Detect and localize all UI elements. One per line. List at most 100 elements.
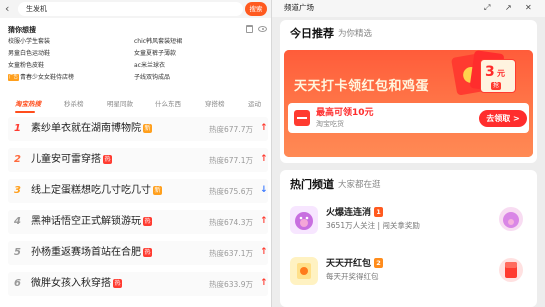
coupon-icon: 3 元 抢	[480, 59, 516, 93]
tab-celebrity[interactable]: 明星同款	[107, 99, 133, 109]
promo-title: 天天打卡领红包和鸡蛋	[294, 79, 430, 94]
channel-item[interactable]: 天天开红包 2 每天开奖得红包	[280, 251, 537, 295]
rank-badge: 新	[143, 124, 152, 133]
rank-badge: 热	[143, 217, 152, 226]
guess-item[interactable]: 女童夏裤子薄款	[134, 50, 176, 58]
channel-name: 火爆连连消 1	[326, 207, 384, 219]
search-query: 生发机	[26, 5, 47, 13]
rank-number: 3	[14, 185, 21, 196]
guess-item-ad[interactable]: 广告 青春少女女鞋侍店榜	[8, 74, 74, 82]
trend-up-icon: ↑	[260, 216, 268, 226]
rank-title-text: 线上定蛋糕想吃几寸吃几寸	[31, 185, 151, 196]
close-icon[interactable]: ✕	[525, 3, 532, 13]
rank-row[interactable]: 6 微胖女孩入秋穿搭热 热度633.9万 ↑	[8, 272, 268, 296]
claim-button[interactable]: 去领取 >	[479, 110, 527, 127]
trend-up-icon: ↑	[260, 278, 268, 288]
rank-title-text: 素纱单衣就在湖南博物院	[31, 123, 141, 134]
trend-down-icon: ↓	[260, 185, 268, 195]
coupon-tag: 抢	[491, 82, 502, 90]
guess-title: 猜你想搜	[8, 26, 36, 34]
rank-heat: 热度674.3万	[209, 218, 253, 227]
hot-title: 热门频道	[290, 178, 334, 191]
rank-row[interactable]: 5 孙杨重返赛场首站在合肥热 热度637.1万 ↑	[8, 241, 268, 265]
rank-heat: 热度633.9万	[209, 280, 253, 289]
red-packet-icon	[505, 262, 517, 278]
rank-row[interactable]: 2 儿童安可雷穿搭热 热度677.1万 ↑	[8, 148, 268, 172]
rank-heat: 热度677.1万	[209, 156, 253, 165]
rank-number: 1	[14, 123, 21, 134]
trend-up-icon: ↑	[260, 123, 268, 133]
hot-subtitle: 大家都在逛	[338, 180, 381, 190]
channel-name: 天天开红包 2	[326, 258, 384, 270]
coupon-value: 3	[485, 64, 495, 80]
screen: ‹ 生发机 搜索 猜你想搜 校服小学生套装 chic韩风套装短裙 男童白色运动鞋…	[0, 0, 545, 307]
rank-row[interactable]: 3 线上定蛋糕想吃几寸吃几寸新 热度675.6万 ↓	[8, 179, 268, 203]
channel-avatar-icon	[290, 257, 318, 285]
guess-item[interactable]: 子线双钩成品	[134, 74, 170, 82]
tab-outfit[interactable]: 穿搭榜	[205, 99, 225, 109]
channel-item[interactable]: 火爆连连消 1 3651万人关注 | 闯关拿奖励	[280, 200, 537, 244]
trash-icon[interactable]	[246, 25, 253, 33]
eye-icon[interactable]	[258, 26, 267, 32]
rank-number: 6	[14, 278, 21, 289]
search-button[interactable]: 搜索	[245, 2, 267, 16]
guess-item[interactable]: 女童粉色皮鞋	[8, 62, 44, 70]
rank-title-text: 孙杨重返赛场首站在合肥	[31, 247, 141, 258]
search-bar: ‹ 生发机 搜索	[0, 0, 271, 18]
guess-item[interactable]: ac米兰球衣	[134, 62, 165, 70]
rank-title-text: 儿童安可雷穿搭	[31, 154, 101, 165]
guess-actions	[246, 24, 268, 34]
ranking-tabs: 淘宝热搜 秒杀榜 明星同款 什么东西 穿搭榜 运动	[0, 96, 271, 112]
pig-icon	[295, 212, 313, 230]
rank-title: 线上定蛋糕想吃几寸吃几寸新	[31, 185, 162, 197]
channel-preview-icon	[499, 258, 523, 282]
channel-desc: 每天开奖得红包	[326, 272, 379, 281]
promo-banner[interactable]: 天天打卡领红包和鸡蛋 3 元 抢 最高可领10元 淘宝吃货 去领取 >	[284, 50, 533, 157]
coupon-unit: 元	[497, 69, 505, 78]
channel-desc: 3651万人关注 | 闯关拿奖励	[326, 221, 420, 230]
rank-heat: 热度637.1万	[209, 249, 253, 258]
back-icon[interactable]: ‹	[5, 3, 15, 15]
rank-row[interactable]: 4 黑神话悟空正式解锁游玩热 热度674.3万 ↑	[8, 210, 268, 234]
guess-item-label: 青春少女女鞋侍店榜	[20, 74, 75, 81]
tab-what-is[interactable]: 什么东西	[155, 99, 181, 109]
rank-badge: 热	[113, 279, 122, 288]
rank-title: 黑神话悟空正式解锁游玩热	[31, 216, 152, 228]
rank-number: 4	[14, 216, 21, 227]
search-pane: ‹ 生发机 搜索 猜你想搜 校服小学生套装 chic韩风套装短裙 男童白色运动鞋…	[0, 0, 271, 307]
tab-seckill[interactable]: 秒杀榜	[64, 99, 84, 109]
channel-name-label: 天天开红包	[326, 259, 372, 269]
rank-heat: 热度677.7万	[209, 125, 253, 134]
trend-up-icon: ↑	[260, 154, 268, 164]
source-label: 淘宝吃货	[316, 120, 344, 128]
page-title: 频道广场	[284, 3, 314, 12]
rank-number: 5	[14, 247, 21, 258]
today-subtitle: 为你精选	[338, 29, 373, 39]
taobao-food-icon	[294, 110, 310, 126]
today-card: 今日推荐 为你精选 天天打卡领红包和鸡蛋 3 元 抢 最高可领10元 淘宝吃货 …	[280, 20, 537, 163]
channel-header: 频道广场 ⤢ ↗ ✕	[272, 0, 545, 17]
guess-item[interactable]: 男童白色运动鞋	[8, 50, 50, 58]
tab-sports[interactable]: 运动	[248, 99, 261, 109]
channel-rank-badge: 1	[374, 207, 384, 217]
promo-detail: 最高可领10元 淘宝吃货 去领取 >	[288, 103, 529, 133]
tab-taobao-hot[interactable]: 淘宝热搜	[15, 99, 41, 109]
rank-title: 微胖女孩入秋穿搭热	[31, 278, 122, 290]
hot-channels-card: 热门频道 大家都在逛 火爆连连消 1 3651万人关注 | 闯关拿奖励 天天开红包…	[280, 170, 537, 307]
rank-title-text: 微胖女孩入秋穿搭	[31, 278, 111, 289]
guess-item[interactable]: chic韩风套装短裙	[134, 38, 182, 46]
max-reward-label: 最高可领10元	[316, 108, 374, 118]
share-icon[interactable]: ↗	[505, 3, 512, 13]
expand-icon[interactable]: ⤢	[484, 3, 490, 13]
rank-badge: 热	[143, 248, 152, 257]
rank-row[interactable]: 1 素纱单衣就在湖南博物院新 热度677.7万 ↑	[8, 117, 268, 141]
channel-pane: 频道广场 ⤢ ↗ ✕ 今日推荐 为你精选 天天打卡领红包和鸡蛋 3 元 抢 最高…	[272, 0, 545, 307]
channel-name-label: 火爆连连消	[326, 208, 372, 218]
rank-title: 孙杨重返赛场首站在合肥热	[31, 247, 152, 259]
ad-badge: 广告	[8, 74, 19, 81]
today-title: 今日推荐	[290, 27, 334, 40]
rank-title: 儿童安可雷穿搭热	[31, 154, 112, 166]
pig-icon	[503, 212, 519, 228]
search-input[interactable]: 生发机	[18, 2, 257, 16]
guess-item[interactable]: 校服小学生套装	[8, 38, 50, 46]
